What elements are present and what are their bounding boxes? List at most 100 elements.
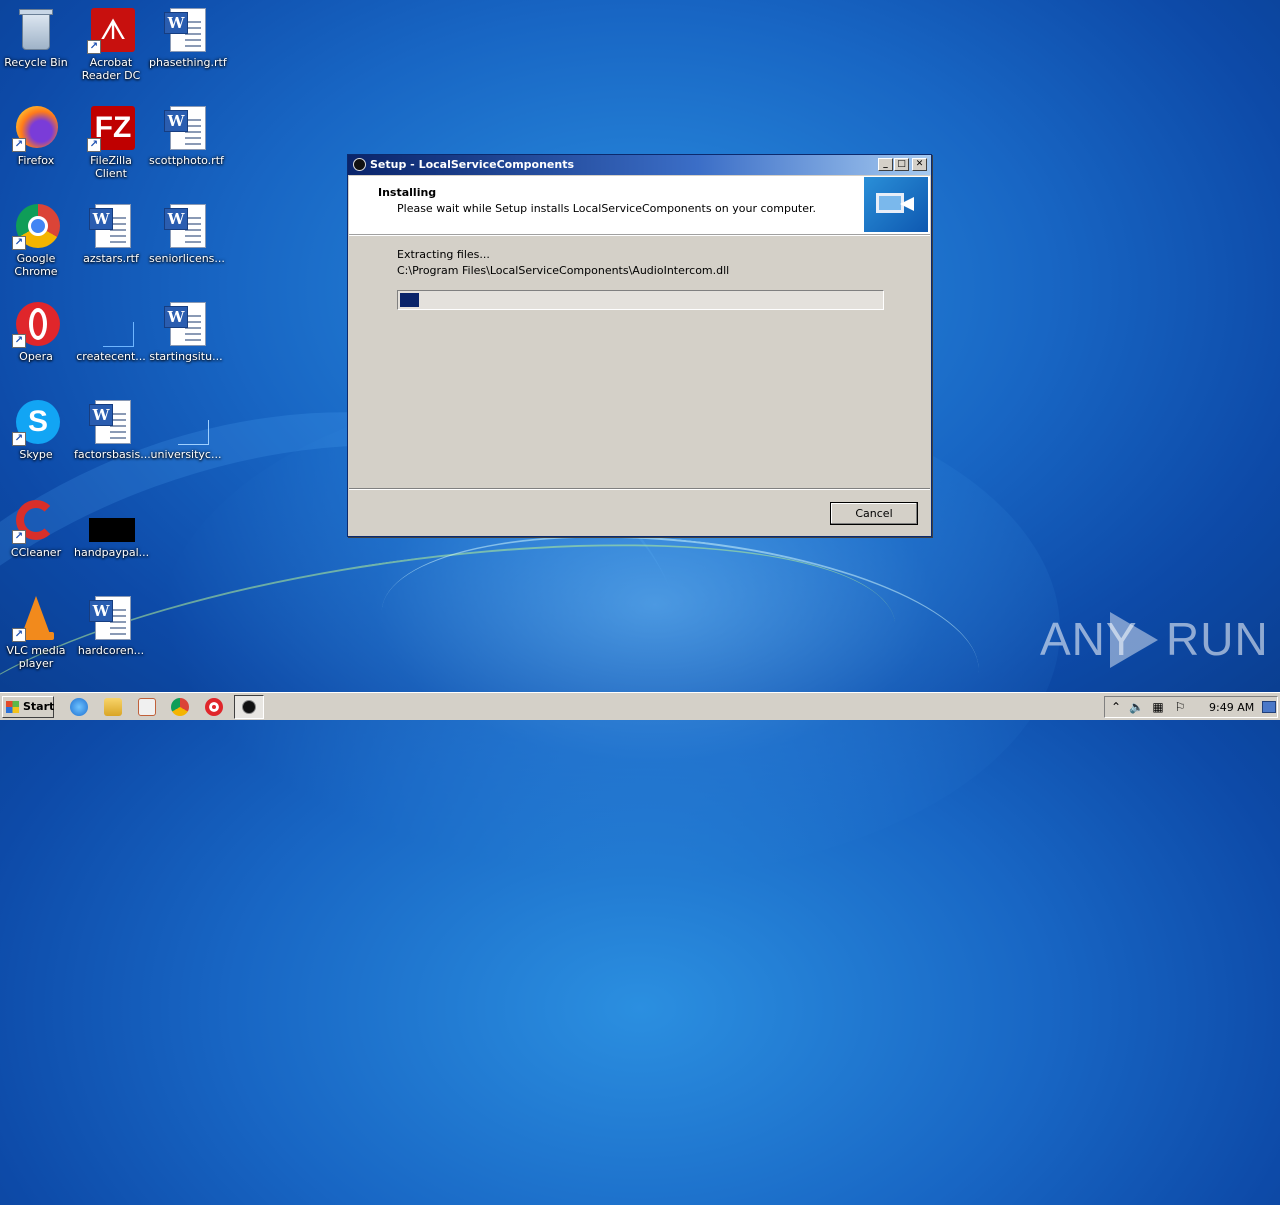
windows-flag-icon (6, 701, 19, 713)
desktop-icon-universityc[interactable]: universityc... (147, 398, 225, 461)
shortcut-arrow-icon: ↗ (12, 334, 26, 348)
chrome-taskbar-icon[interactable] (171, 698, 189, 716)
start-button[interactable]: Start (2, 696, 54, 718)
desktop-icon-hardcoren[interactable]: W hardcoren... (72, 594, 150, 657)
current-file-text: C:\Program Files\LocalServiceComponents\… (397, 264, 730, 277)
desktop-icon-label: seniorlicens... (149, 252, 225, 265)
window-titlebar[interactable]: Setup - LocalServiceComponents _ □ ✕ (348, 155, 931, 175)
acrobat-icon: ᗑ ↗ (87, 6, 135, 54)
desktop-icon-filezilla[interactable]: FZ ↗ FileZilla Client (72, 104, 150, 180)
watermark-play-icon (1110, 612, 1158, 668)
desktop-icon-ccleaner[interactable]: ↗ CCleaner (0, 496, 75, 559)
desktop-icon-label: universityc... (150, 448, 222, 461)
opera-taskbar-icon[interactable] (205, 698, 223, 716)
desktop-icon-label: Firefox (17, 154, 55, 167)
desktop-icon-azstars[interactable]: W azstars.rtf (72, 202, 150, 265)
word-document-icon: W (87, 202, 135, 250)
action-center-flag-icon[interactable]: ⚐ (1173, 700, 1187, 714)
network-icon[interactable]: ▦ (1151, 700, 1165, 714)
setup-taskbar-button[interactable] (234, 695, 264, 719)
desktop-icon-label: handpaypal... (74, 546, 150, 559)
cancel-button[interactable]: Cancel (830, 502, 918, 525)
close-button[interactable]: ✕ (912, 158, 927, 171)
desktop-icon-createcent[interactable]: createcent... (72, 300, 150, 363)
desktop-icon-label: createcent... (76, 350, 146, 363)
word-document-icon: W (162, 104, 210, 152)
desktop-icon-acrobat[interactable]: ᗑ ↗ Acrobat Reader DC (72, 6, 150, 82)
desktop-icon-label: phasething.rtf (149, 56, 227, 69)
desktop-icon-label: hardcoren... (77, 644, 145, 657)
file-explorer-icon[interactable] (104, 698, 122, 716)
setup-window: Setup - LocalServiceComponents _ □ ✕ Ins… (347, 154, 932, 537)
shortcut-arrow-icon: ↗ (12, 236, 26, 250)
blank-file-icon (87, 300, 135, 348)
firefox-icon: ↗ (12, 104, 60, 152)
desktop-icon-opera[interactable]: ↗ Opera (0, 300, 75, 363)
desktop-icon-skype[interactable]: S ↗ Skype (0, 398, 75, 461)
header-divider (349, 235, 930, 236)
desktop-icon-handpaypal[interactable]: handpaypal... (72, 496, 150, 559)
maximize-button[interactable]: □ (894, 158, 909, 171)
desktop-icon-label: VLC media player (6, 644, 66, 670)
recycle-bin-icon (12, 6, 60, 54)
word-document-icon: W (162, 300, 210, 348)
watermark-text-right: RUN (1166, 613, 1269, 665)
install-progress-bar (397, 290, 884, 310)
shortcut-arrow-icon: ↗ (12, 628, 26, 642)
word-document-icon: W (87, 594, 135, 642)
page-title: Installing (378, 186, 437, 199)
word-document-icon: W (162, 202, 210, 250)
desktop-icon-label: scottphoto.rtf (149, 154, 224, 167)
desktop-icon-scottphoto[interactable]: W scottphoto.rtf (147, 104, 225, 167)
desktop-icon-label: Opera (19, 350, 53, 363)
shortcut-arrow-icon: ↗ (12, 138, 26, 152)
media-player-icon[interactable] (138, 698, 156, 716)
desktop-icon-firefox[interactable]: ↗ Firefox (0, 104, 75, 167)
start-label: Start (23, 700, 55, 713)
progress-fill (400, 293, 419, 307)
desktop-icon-label: Acrobat Reader DC (81, 56, 141, 82)
black-image-file-icon (87, 496, 135, 544)
skype-icon: S ↗ (12, 398, 60, 446)
desktop-icon-label: FileZilla Client (90, 154, 132, 180)
footer-divider (349, 488, 930, 490)
chrome-icon: ↗ (12, 202, 60, 250)
taskbar: Start ⌃ 🔈 ▦ ⚐ 9:49 AM (0, 692, 1280, 720)
shortcut-arrow-icon: ↗ (12, 432, 26, 446)
desktop-icon-recycle-bin[interactable]: Recycle Bin (0, 6, 75, 69)
wizard-header: Installing Please wait while Setup insta… (349, 176, 930, 235)
vlc-cone-icon: ↗ (12, 594, 60, 642)
desktop-icon-label: Recycle Bin (4, 56, 68, 69)
desktop-icon-startingsitu[interactable]: W startingsitu... (147, 300, 225, 363)
opera-icon: ↗ (12, 300, 60, 348)
internet-explorer-icon[interactable] (70, 698, 88, 716)
desktop-icon-label: CCleaner (10, 546, 62, 559)
shortcut-arrow-icon: ↗ (87, 40, 101, 54)
system-tray: ⌃ 🔈 ▦ ⚐ 9:49 AM (1104, 696, 1278, 718)
desktop-icon-seniorlicens[interactable]: W seniorlicens... (147, 202, 225, 265)
ccleaner-icon: ↗ (12, 496, 60, 544)
window-title: Setup - LocalServiceComponents (370, 158, 575, 171)
blank-file-icon (162, 398, 210, 446)
show-desktop-icon[interactable] (1262, 701, 1276, 713)
speaker-icon[interactable]: 🔈 (1129, 700, 1144, 714)
desktop-icon-factorsbasis[interactable]: W factorsbasis... (72, 398, 151, 461)
tray-expand-icon[interactable]: ⌃ (1109, 700, 1123, 714)
clock[interactable]: 9:49 AM (1209, 701, 1254, 714)
desktop-icon-label: Skype (19, 448, 53, 461)
desktop-icon-label: startingsitu... (149, 350, 223, 363)
filezilla-icon: FZ ↗ (87, 104, 135, 152)
page-subtitle: Please wait while Setup installs LocalSe… (397, 202, 817, 215)
word-document-icon: W (162, 6, 210, 54)
desktop-icon-label: azstars.rtf (83, 252, 139, 265)
minimize-button[interactable]: _ (878, 158, 893, 171)
desktop-icon-label: Google Chrome (14, 252, 58, 278)
desktop-icon-google-chrome[interactable]: ↗ Google Chrome (0, 202, 75, 278)
status-text: Extracting files... (397, 248, 490, 261)
desktop-icon-phasething[interactable]: W phasething.rtf (147, 6, 227, 69)
shortcut-arrow-icon: ↗ (12, 530, 26, 544)
setup-app-icon (353, 158, 366, 171)
wizard-computer-icon (864, 177, 928, 232)
desktop-icon-vlc[interactable]: ↗ VLC media player (0, 594, 75, 670)
word-document-icon: W (87, 398, 135, 446)
